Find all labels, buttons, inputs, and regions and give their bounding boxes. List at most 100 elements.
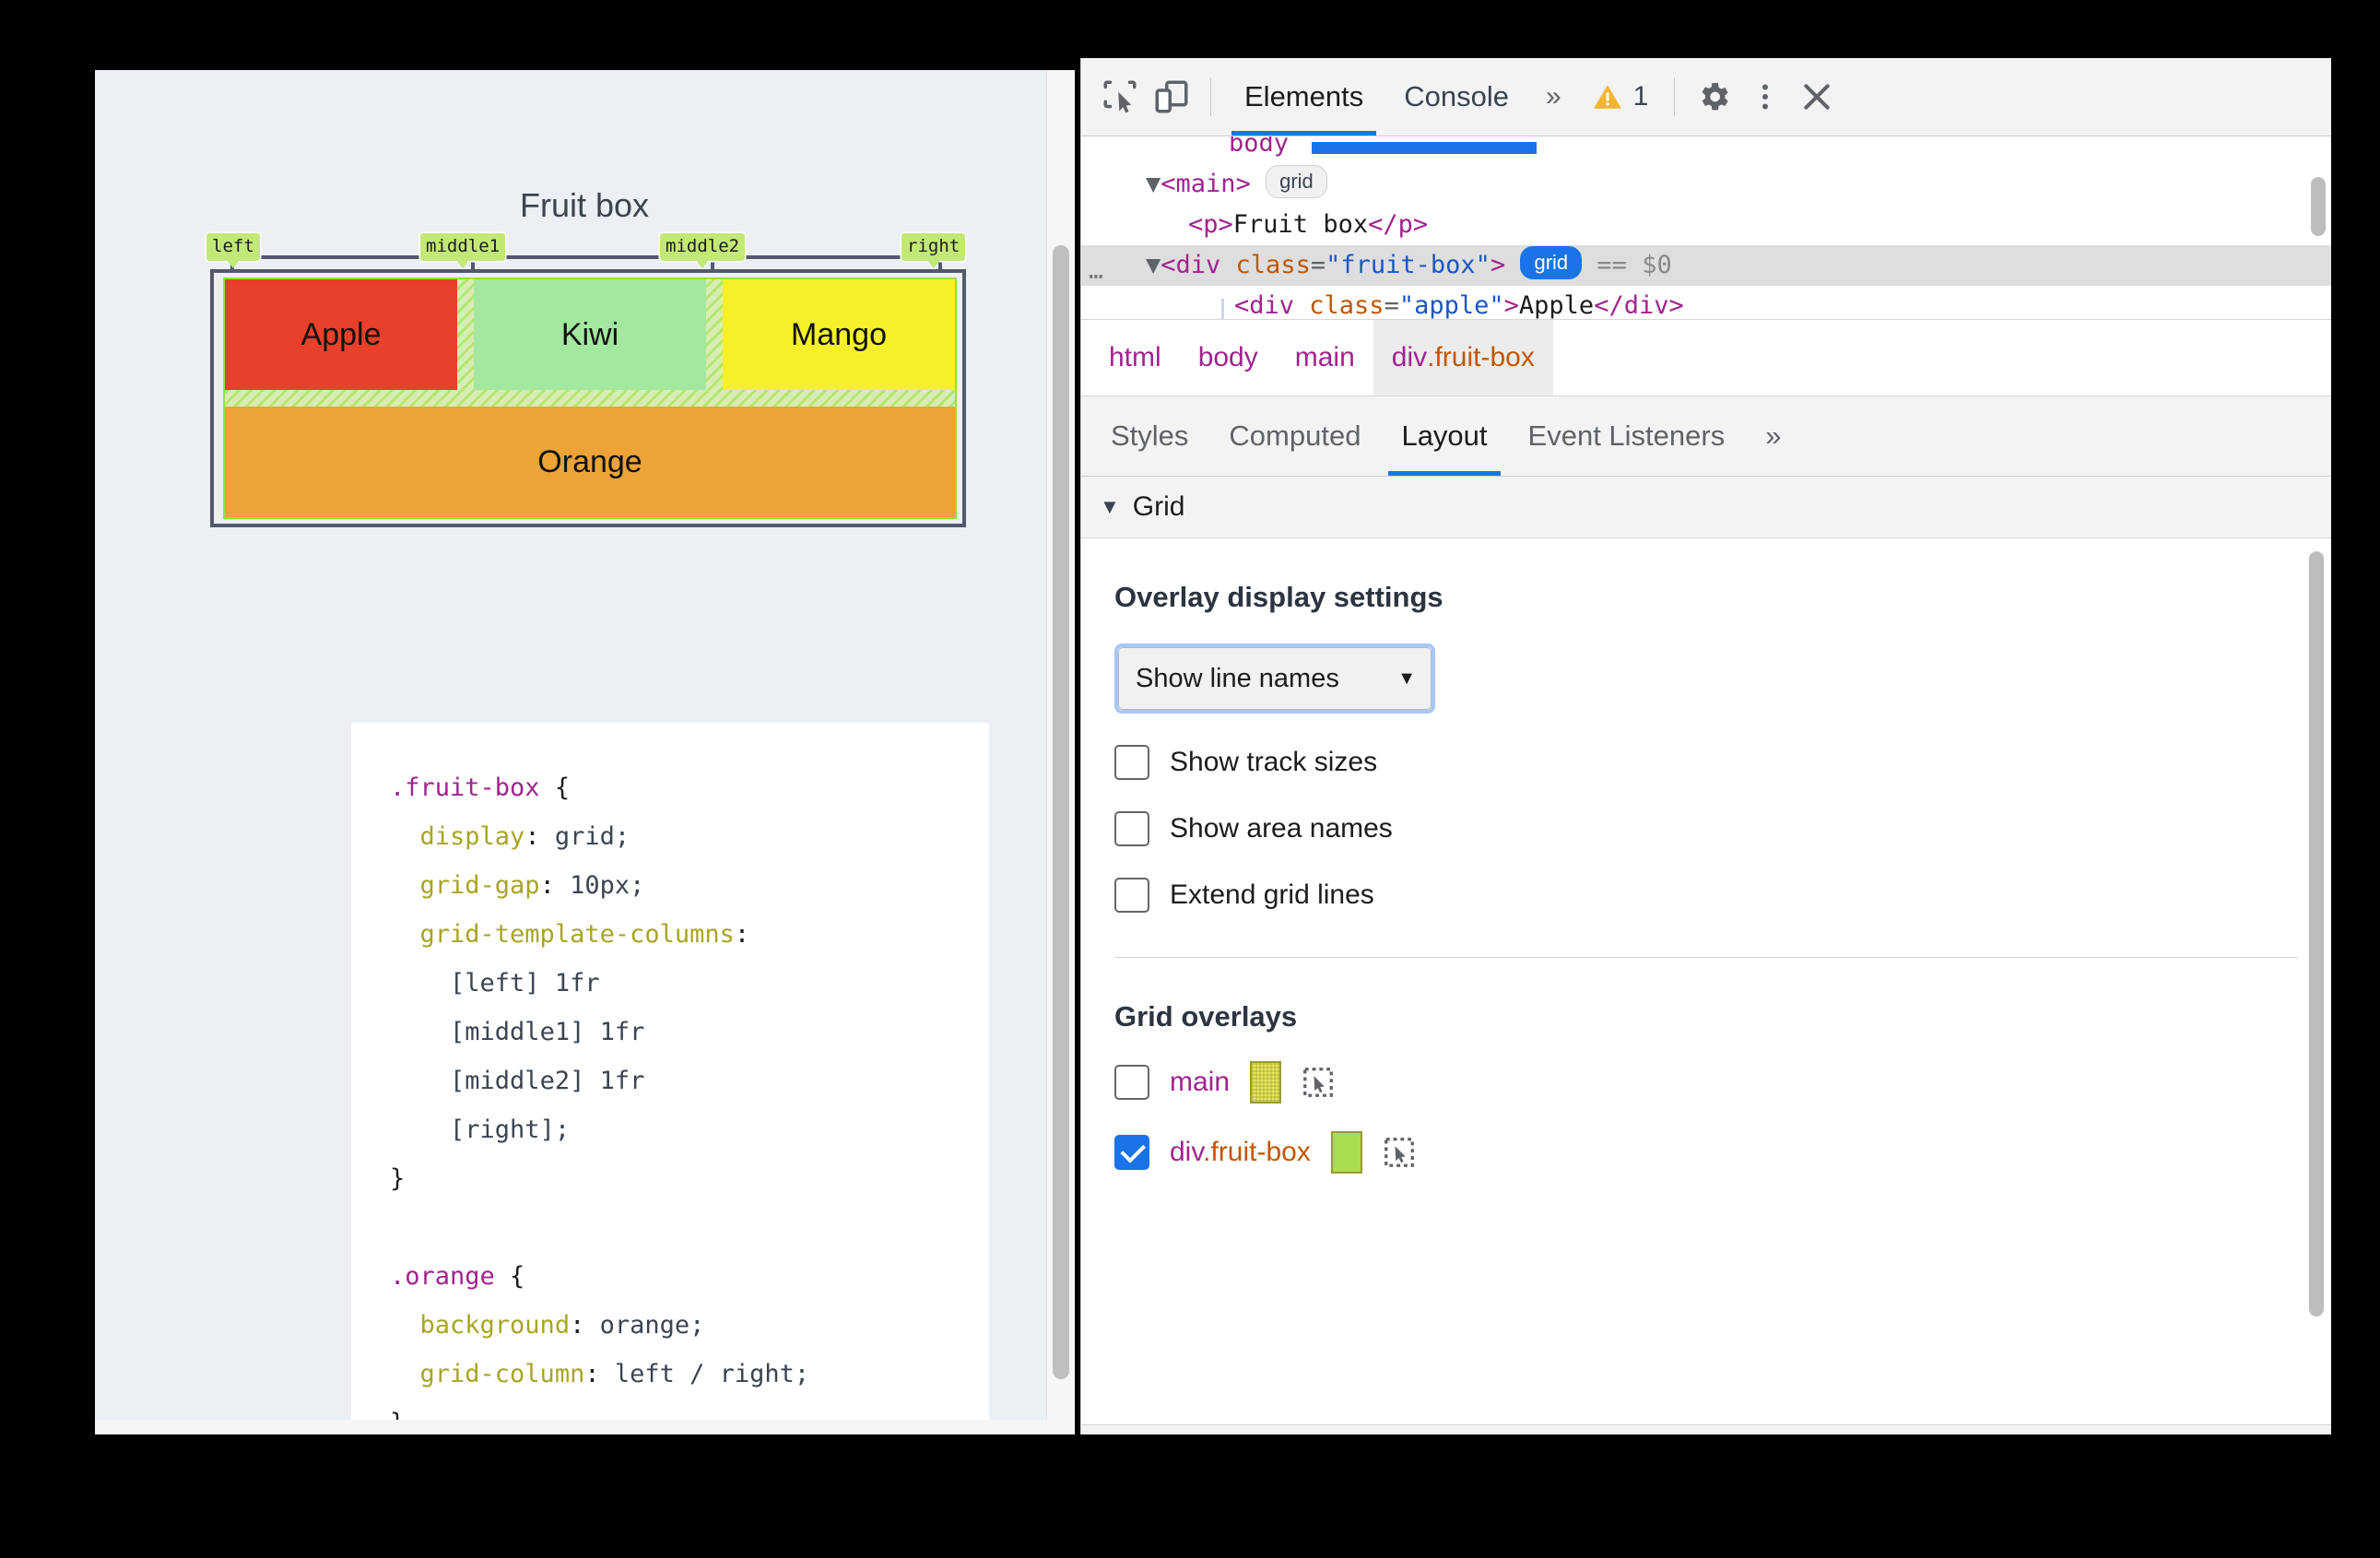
dom-row-p[interactable]: <p>Fruit box</p> (1081, 205, 2331, 245)
grid-overlays-title: Grid overlays (1114, 1000, 1298, 1033)
devtools-panel: Elements Console » 1 body ▼<main> grid <… (1080, 58, 2331, 1434)
tab-computed[interactable]: Computed (1208, 397, 1381, 476)
dom-row-apple[interactable]: <div class="apple">Apple</div> (1081, 286, 2331, 320)
grid-overlay-region: left middle1 middle2 right Apple Kiwi Ma… (206, 233, 966, 527)
color-swatch-fruit-box[interactable] (1330, 1131, 1362, 1174)
grid-cell-orange: Orange (225, 407, 955, 517)
dom-selected-marker: == $0 (1596, 251, 1672, 279)
tab-console[interactable]: Console (1384, 58, 1529, 136)
overlay-display-settings-title: Overlay display settings (1114, 581, 1443, 613)
tab-layout[interactable]: Layout (1381, 397, 1507, 476)
css-selector-fruit-box: .fruit-box (390, 773, 540, 802)
screenshot-root: Fruit box left middle1 middle2 right App… (0, 0, 2380, 1558)
label-show-area-names: Show area names (1170, 813, 1393, 844)
fruit-box-grid: Apple Kiwi Mango Orange (223, 277, 957, 519)
label-show-track-sizes: Show track sizes (1170, 747, 1378, 777)
tab-event-listeners[interactable]: Event Listeners (1508, 397, 1746, 476)
page-vertical-scrollbar[interactable] (1046, 70, 1075, 1434)
close-icon[interactable] (1791, 71, 1843, 123)
devtools-bottom-bar (1081, 1424, 2331, 1434)
css-code-panel: .fruit-box { display: grid; grid-gap: 10… (351, 723, 989, 1434)
breadcrumb-item-html[interactable]: html (1090, 320, 1180, 395)
page-scrollbar-thumb[interactable] (1053, 245, 1069, 1379)
css-code-block: .fruit-box { display: grid; grid-gap: 10… (390, 773, 810, 1434)
section-divider (1114, 957, 2298, 958)
select-element-icon[interactable] (1383, 1136, 1416, 1169)
grid-line-name-right: right (901, 233, 966, 268)
breadcrumb-item-body[interactable]: body (1180, 320, 1277, 395)
breadcrumb-item-div-fruit-box[interactable]: div .fruit-box (1373, 320, 1553, 395)
dom-tree: body ▼<main> grid <p>Fruit box</p> ⋯ ▼<di… (1081, 136, 2331, 320)
checkbox-show-area-names[interactable] (1114, 811, 1149, 846)
dom-partial-highlight (1312, 142, 1537, 154)
checkbox-show-track-sizes[interactable] (1114, 745, 1149, 780)
breadcrumb-tag: div (1391, 342, 1428, 372)
layout-panel-scrollbar[interactable] (2309, 546, 2324, 1339)
kebab-menu-icon[interactable] (1739, 71, 1791, 123)
dom-badge-grid-main[interactable]: grid (1266, 165, 1327, 198)
select-element-icon[interactable] (1302, 1066, 1335, 1099)
gear-icon[interactable] (1688, 71, 1739, 123)
tab-elements[interactable]: Elements (1224, 58, 1384, 136)
more-sidebar-tabs-icon[interactable]: » (1745, 397, 1801, 476)
checkbox-row-extend-grid-lines[interactable]: Extend grid lines (1114, 878, 2331, 913)
tab-styles[interactable]: Styles (1090, 397, 1208, 476)
chevron-down-icon: ▼ (1397, 667, 1416, 689)
breadcrumb: html body main div .fruit-box (1081, 320, 2331, 396)
dom-badge-grid-fruitbox[interactable]: grid (1520, 246, 1583, 279)
checkbox-overlay-fruit-box[interactable] (1114, 1135, 1149, 1170)
layout-panel-body: Overlay display settings Show line names… (1081, 538, 2331, 1350)
grid-cell-apple: Apple (225, 279, 457, 390)
dom-tree-scrollbar-thumb[interactable] (2311, 177, 2326, 236)
grid-overlay-row-main[interactable]: main (1114, 1061, 2331, 1104)
grid-line-name-middle2: middle2 (660, 233, 746, 268)
grid-section-header[interactable]: ▼ Grid (1081, 477, 2331, 538)
grid-line-name-left: left (206, 233, 260, 268)
dom-row-main[interactable]: ▼<main> grid (1081, 164, 2331, 205)
grid-overlay-class: .fruit-box (1203, 1137, 1311, 1167)
toolbar-divider (1210, 77, 1211, 116)
grid-cell-mango: Mango (723, 279, 955, 390)
layout-panel-scrollbar-thumb[interactable] (2309, 551, 2324, 1316)
chevron-down-icon: ▼ (1100, 495, 1120, 518)
dom-tag-main: main (1175, 170, 1236, 198)
grid-line-name-middle1: middle1 (420, 233, 506, 268)
sidebar-tabs: Styles Computed Layout Event Listeners » (1081, 396, 2331, 477)
grid-cell-kiwi: Kiwi (474, 279, 706, 390)
fruit-box-outer-border: Apple Kiwi Mango Orange (210, 269, 966, 527)
device-toolbar-icon[interactable] (1146, 71, 1197, 123)
checkbox-row-show-area-names[interactable]: Show area names (1114, 811, 2331, 846)
page-title: Fruit box (519, 186, 650, 224)
page-horizontal-scrollbar[interactable] (95, 1420, 1074, 1434)
inspect-element-icon[interactable] (1094, 71, 1146, 123)
dom-partial-row: body (1229, 136, 1290, 158)
dom-text-apple: Apple (1518, 291, 1595, 320)
css-selector-orange: .orange (390, 1262, 495, 1291)
warning-count: 1 (1632, 81, 1649, 112)
grid-line-names-row: left middle1 middle2 right (206, 233, 966, 274)
dom-attr-value-apple: apple (1414, 291, 1490, 320)
checkbox-row-show-track-sizes[interactable]: Show track sizes (1114, 745, 2331, 780)
grid-overlay-row-fruit-box[interactable]: div.fruit-box (1114, 1131, 2331, 1174)
checkbox-extend-grid-lines[interactable] (1114, 878, 1149, 913)
page-viewport: Fruit box left middle1 middle2 right App… (95, 70, 1074, 1434)
breadcrumb-item-main[interactable]: main (1277, 320, 1373, 395)
dom-row-fruit-box[interactable]: ⋯ ▼<div class="fruit-box"> grid == $0 (1081, 245, 2331, 290)
overlay-display-select[interactable]: Show line names ▼ (1118, 647, 1432, 710)
grid-section-title: Grid (1132, 491, 1185, 522)
toolbar-divider-2 (1674, 77, 1676, 116)
grid-line-rule (232, 255, 916, 259)
checkbox-overlay-main[interactable] (1114, 1065, 1149, 1100)
grid-overlay-name-fruit-box: div.fruit-box (1170, 1137, 1311, 1168)
devtools-toolbar: Elements Console » 1 (1081, 58, 2331, 136)
breadcrumb-class: .fruit-box (1427, 342, 1535, 372)
label-extend-grid-lines: Extend grid lines (1170, 879, 1374, 910)
color-swatch-main[interactable] (1250, 1061, 1282, 1104)
dom-text-fruit-box: Fruit box (1232, 210, 1369, 239)
dom-attr-value-fruit-box: fruit-box (1340, 251, 1476, 279)
overlay-display-select-wrapper: Show line names ▼ (1114, 643, 1435, 714)
more-tabs-icon[interactable]: » (1529, 81, 1578, 112)
overlay-display-select-value: Show line names (1136, 663, 1339, 693)
dom-tree-scrollbar[interactable] (2311, 146, 2326, 310)
warning-indicator[interactable]: 1 (1578, 80, 1662, 113)
